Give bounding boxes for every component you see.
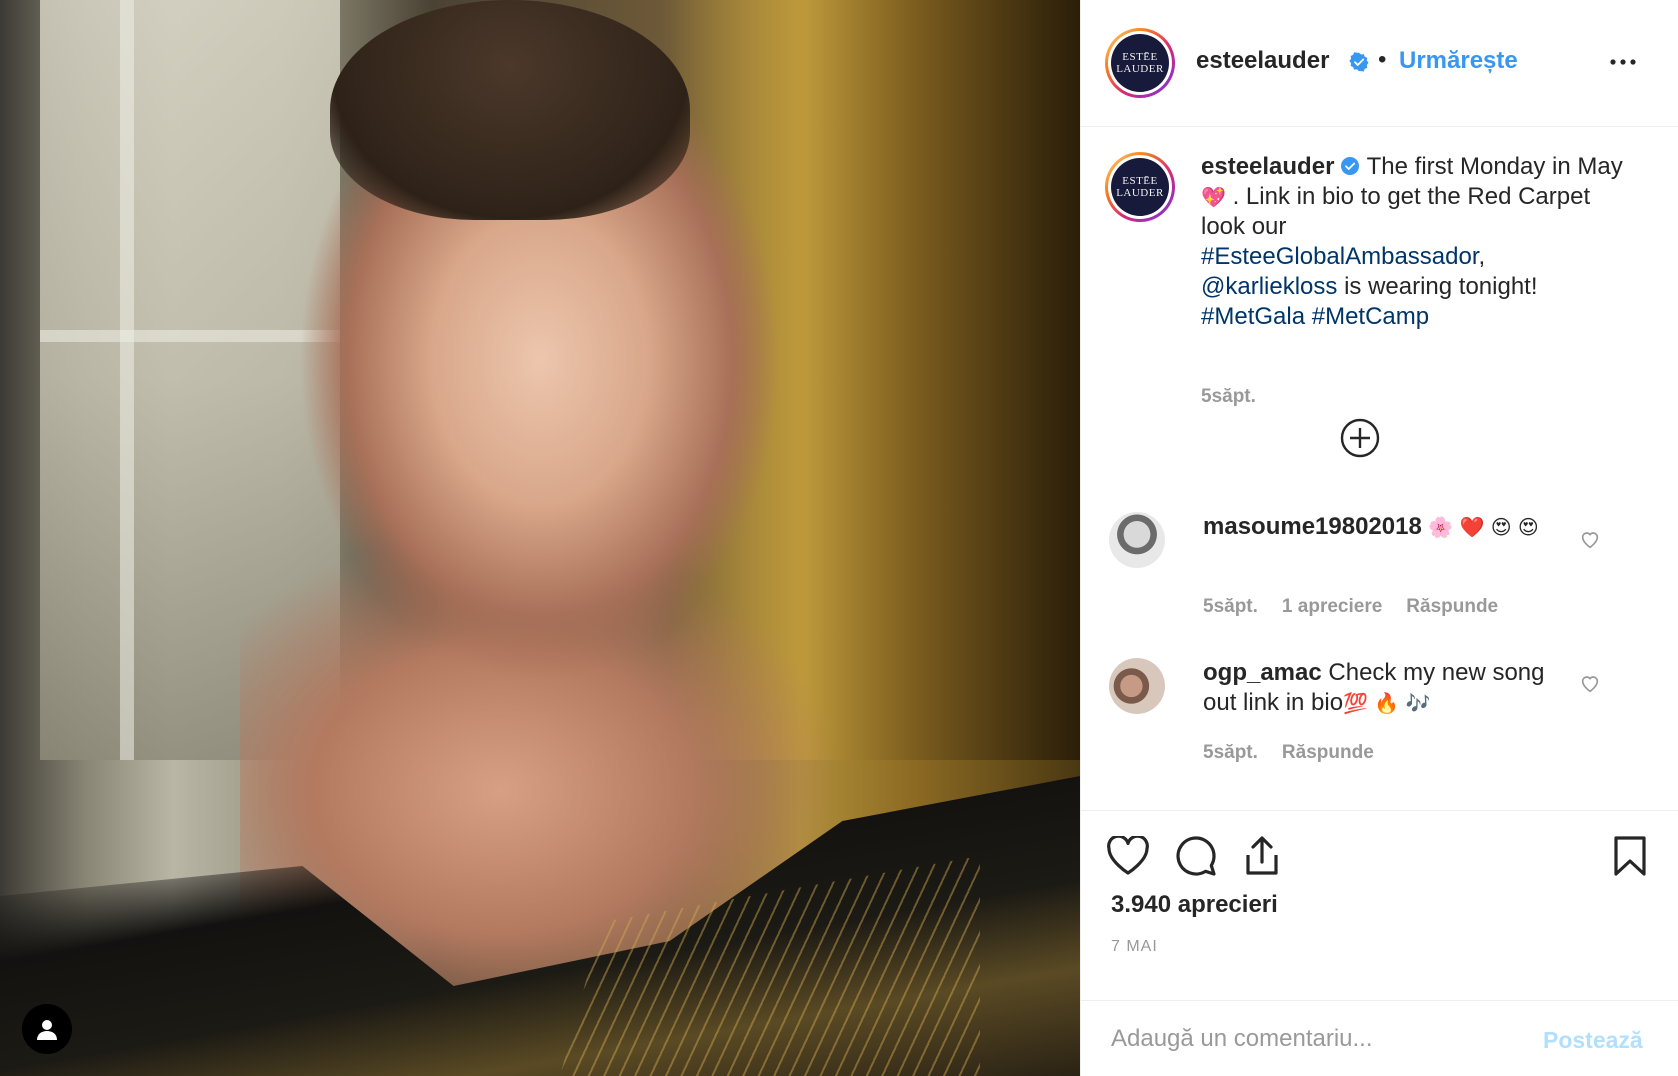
comment-time[interactable]: 5săpt.	[1203, 742, 1258, 763]
like-button[interactable]	[1105, 833, 1151, 879]
comment-bubble-icon	[1176, 836, 1216, 876]
comment-like-icon[interactable]	[1579, 528, 1601, 550]
hashtag-link[interactable]: #MetCamp	[1312, 303, 1429, 330]
post-header: ESTĒE LAUDER esteelauder • Urmărește	[1081, 0, 1678, 127]
caption-text-part: is wearing tonight!	[1337, 273, 1538, 300]
comment-text: ogp_amac Check my new song out link in b…	[1203, 658, 1583, 718]
add-comment-bar: Postează	[1081, 1000, 1678, 1076]
comment-like-icon[interactable]	[1579, 672, 1601, 694]
load-more-comments-button[interactable]	[1340, 418, 1380, 458]
share-icon	[1246, 836, 1278, 875]
caption-text-part: The first Monday in May	[1360, 153, 1623, 180]
more-options-icon	[1610, 59, 1636, 65]
plus-circle-icon	[1340, 418, 1380, 458]
bookmark-icon	[1614, 836, 1646, 876]
caption-avatar[interactable]: ESTĒE LAUDER	[1105, 152, 1175, 222]
verified-badge-icon	[1349, 52, 1369, 72]
caption-text-part: . Link in bio to get the Red Carpet look…	[1201, 183, 1591, 240]
account-avatar[interactable]: ESTĒE LAUDER	[1105, 28, 1175, 98]
commenter-avatar[interactable]	[1109, 658, 1165, 714]
heart-icon	[1107, 836, 1149, 875]
post-sidebar: ESTĒE LAUDER esteelauder • Urmărește EST…	[1080, 0, 1678, 1076]
comment-input[interactable]	[1111, 1017, 1531, 1061]
share-button[interactable]	[1239, 833, 1285, 879]
comment-time[interactable]: 5săpt.	[1203, 596, 1258, 617]
tagged-users-button[interactable]	[22, 1004, 72, 1054]
comment-button[interactable]	[1173, 833, 1219, 879]
estee-lauder-logo: ESTĒE LAUDER	[1111, 34, 1169, 92]
post-photo[interactable]	[0, 0, 1080, 1076]
comment-meta: 5săpt. 1 apreciere Răspunde	[1203, 596, 1522, 618]
post-date[interactable]: 7 MAI	[1111, 938, 1158, 956]
follow-button[interactable]: Urmărește	[1399, 47, 1518, 75]
caption-username[interactable]: esteelauder	[1201, 153, 1334, 180]
commenter-username[interactable]: masoume19802018	[1203, 513, 1422, 540]
logo-line-2: LAUDER	[1116, 187, 1164, 199]
comment-emojis: 🌸 ❤️ 😍 😍	[1421, 515, 1539, 539]
heart-emoji: 💖	[1201, 185, 1226, 209]
comment-text: masoume19802018 🌸 ❤️ 😍 😍	[1203, 512, 1583, 542]
save-button[interactable]	[1607, 833, 1653, 879]
reply-button[interactable]: Răspunde	[1406, 596, 1498, 617]
user-icon	[37, 1020, 57, 1040]
comment-meta: 5săpt. Răspunde	[1203, 742, 1398, 764]
likes-count[interactable]: 3.940 aprecieri	[1111, 891, 1278, 919]
caption-time[interactable]: 5săpt.	[1201, 386, 1256, 408]
commenter-avatar[interactable]	[1109, 512, 1165, 568]
photo-window-mullion	[120, 0, 134, 760]
caption-text: esteelauder The first Monday in May 💖 . …	[1201, 152, 1631, 332]
comments-list[interactable]: ESTĒE LAUDER esteelauder The first Monda…	[1081, 128, 1678, 810]
account-username[interactable]: esteelauder	[1196, 47, 1329, 75]
commenter-username[interactable]: ogp_amac	[1203, 659, 1322, 686]
reply-button[interactable]: Răspunde	[1282, 742, 1374, 763]
post-actions: 3.940 aprecieri 7 MAI	[1081, 810, 1678, 1000]
mention-link[interactable]: @karliekloss	[1201, 273, 1337, 300]
hashtag-link[interactable]: #EsteeGlobalAmbassador	[1201, 243, 1479, 270]
comment-likes[interactable]: 1 apreciere	[1282, 596, 1382, 617]
photo-hair	[330, 0, 690, 220]
post-comment-button[interactable]: Postează	[1543, 1027, 1643, 1054]
comment-emojis: 💯 🔥 🎶	[1343, 691, 1431, 715]
logo-line-2: LAUDER	[1116, 63, 1164, 75]
logo-line-1: ESTĒE	[1122, 51, 1158, 63]
logo-line-1: ESTĒE	[1122, 175, 1158, 187]
estee-lauder-logo: ESTĒE LAUDER	[1111, 158, 1169, 216]
verified-badge-icon	[1341, 157, 1360, 175]
caption-comma: ,	[1478, 243, 1486, 270]
header-separator: •	[1378, 46, 1387, 73]
more-options-button[interactable]	[1603, 50, 1643, 74]
hashtag-link[interactable]: #MetGala	[1201, 303, 1305, 330]
